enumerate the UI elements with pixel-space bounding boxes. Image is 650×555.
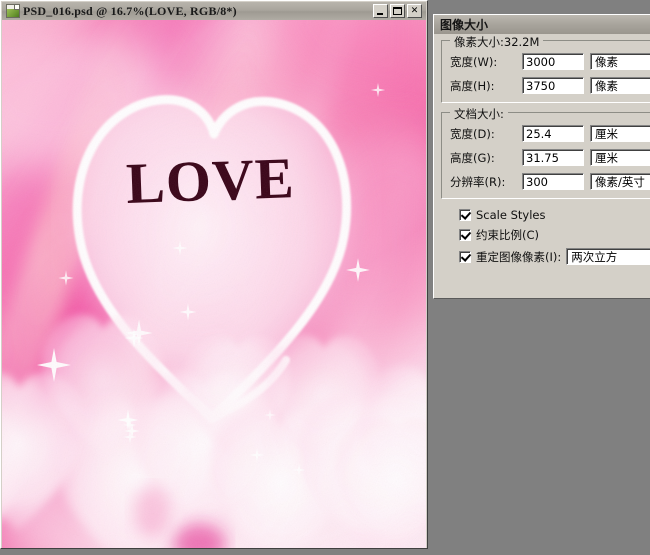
document-size-group: 文档大小: 宽度(D): 25.4 厘米 高度(G): 31.75 厘米 分辨率… [441, 106, 650, 199]
doc-width-unit-value: 厘米 [595, 126, 618, 141]
resolution-label: 分辨率(R): [450, 174, 506, 189]
dialog-titlebar[interactable]: 图像大小 [434, 15, 650, 34]
doc-width-unit-select[interactable]: 厘米 [590, 125, 650, 142]
doc-height-input[interactable]: 31.75 [522, 149, 584, 166]
pixel-height-row: 高度(H): 3750 像素 [450, 77, 650, 94]
maximize-button[interactable] [390, 4, 405, 18]
pixel-size-group: 像素大小:32.2M 宽度(W): 3000 像素 高度(H): 3750 像素 [441, 34, 650, 103]
image-canvas[interactable]: LOVE [2, 20, 426, 548]
maximize-icon [393, 7, 402, 15]
pixel-width-unit-value: 像素 [595, 54, 618, 69]
doc-height-row: 高度(G): 31.75 厘米 [450, 149, 650, 166]
minimize-icon [377, 13, 383, 15]
scale-styles-checkbox[interactable] [459, 209, 471, 221]
pixel-height-label: 高度(H): [450, 78, 495, 93]
doc-height-unit-value: 厘米 [595, 150, 618, 165]
doc-height-unit-select[interactable]: 厘米 [590, 149, 650, 166]
pixel-height-input[interactable]: 3750 [522, 77, 584, 94]
close-button[interactable]: ✕ [407, 4, 422, 18]
app-root: PSD_016.psd @ 16.7%(LOVE, RGB/8*) ✕ 图像大小… [0, 0, 650, 555]
pixel-height-unit-value: 像素 [595, 78, 618, 93]
resolution-unit-value: 像素/英寸 [595, 174, 645, 189]
resample-method-value: 两次立方 [571, 249, 618, 264]
pixel-width-input[interactable]: 3000 [522, 53, 584, 70]
document-titlebar[interactable]: PSD_016.psd @ 16.7%(LOVE, RGB/8*) ✕ [2, 2, 426, 20]
resolution-row: 分辨率(R): 300 像素/英寸 [450, 173, 650, 190]
dialog-body: 像素大小:32.2M 宽度(W): 3000 像素 高度(H): 3750 像素 [434, 34, 650, 275]
pixel-height-unit-select[interactable]: 像素 [590, 77, 650, 94]
love-heart-artwork: LOVE [2, 20, 426, 548]
doc-width-input[interactable]: 25.4 [522, 125, 584, 142]
resample-image-label: 重定图像像素(I): [476, 249, 562, 264]
resample-image-row[interactable]: 重定图像像素(I): 两次立方 [441, 248, 650, 265]
resample-image-checkbox[interactable] [459, 250, 471, 263]
resolution-input[interactable]: 300 [522, 173, 584, 190]
pixel-width-label: 宽度(W): [450, 54, 498, 69]
document-size-legend: 文档大小: [450, 106, 508, 122]
close-icon: ✕ [410, 5, 419, 16]
constrain-proportions-checkbox[interactable] [459, 229, 471, 241]
resample-method-select[interactable]: 两次立方 [566, 248, 650, 265]
resolution-unit-select[interactable]: 像素/英寸 [590, 173, 650, 190]
scale-styles-row[interactable]: Scale Styles [441, 208, 650, 222]
doc-width-row: 宽度(D): 25.4 厘米 [450, 125, 650, 142]
doc-height-label: 高度(G): [450, 150, 495, 165]
psd-document-icon [6, 4, 20, 18]
window-controls: ✕ [373, 4, 424, 18]
doc-width-label: 宽度(D): [450, 126, 495, 141]
image-size-dialog: 图像大小 像素大小:32.2M 宽度(W): 3000 像素 高度(H): 37… [433, 14, 650, 299]
document-window: PSD_016.psd @ 16.7%(LOVE, RGB/8*) ✕ [0, 0, 428, 549]
document-title: PSD_016.psd @ 16.7%(LOVE, RGB/8*) [23, 3, 237, 18]
pixel-size-legend: 像素大小:32.2M [450, 34, 544, 50]
pixel-width-row: 宽度(W): 3000 像素 [450, 53, 650, 70]
pixel-width-unit-select[interactable]: 像素 [590, 53, 650, 70]
constrain-proportions-row[interactable]: 约束比例(C) [441, 227, 650, 243]
scale-styles-label: Scale Styles [476, 208, 546, 222]
dialog-title: 图像大小 [440, 18, 489, 32]
minimize-button[interactable] [373, 4, 388, 18]
constrain-proportions-label: 约束比例(C) [476, 228, 540, 242]
